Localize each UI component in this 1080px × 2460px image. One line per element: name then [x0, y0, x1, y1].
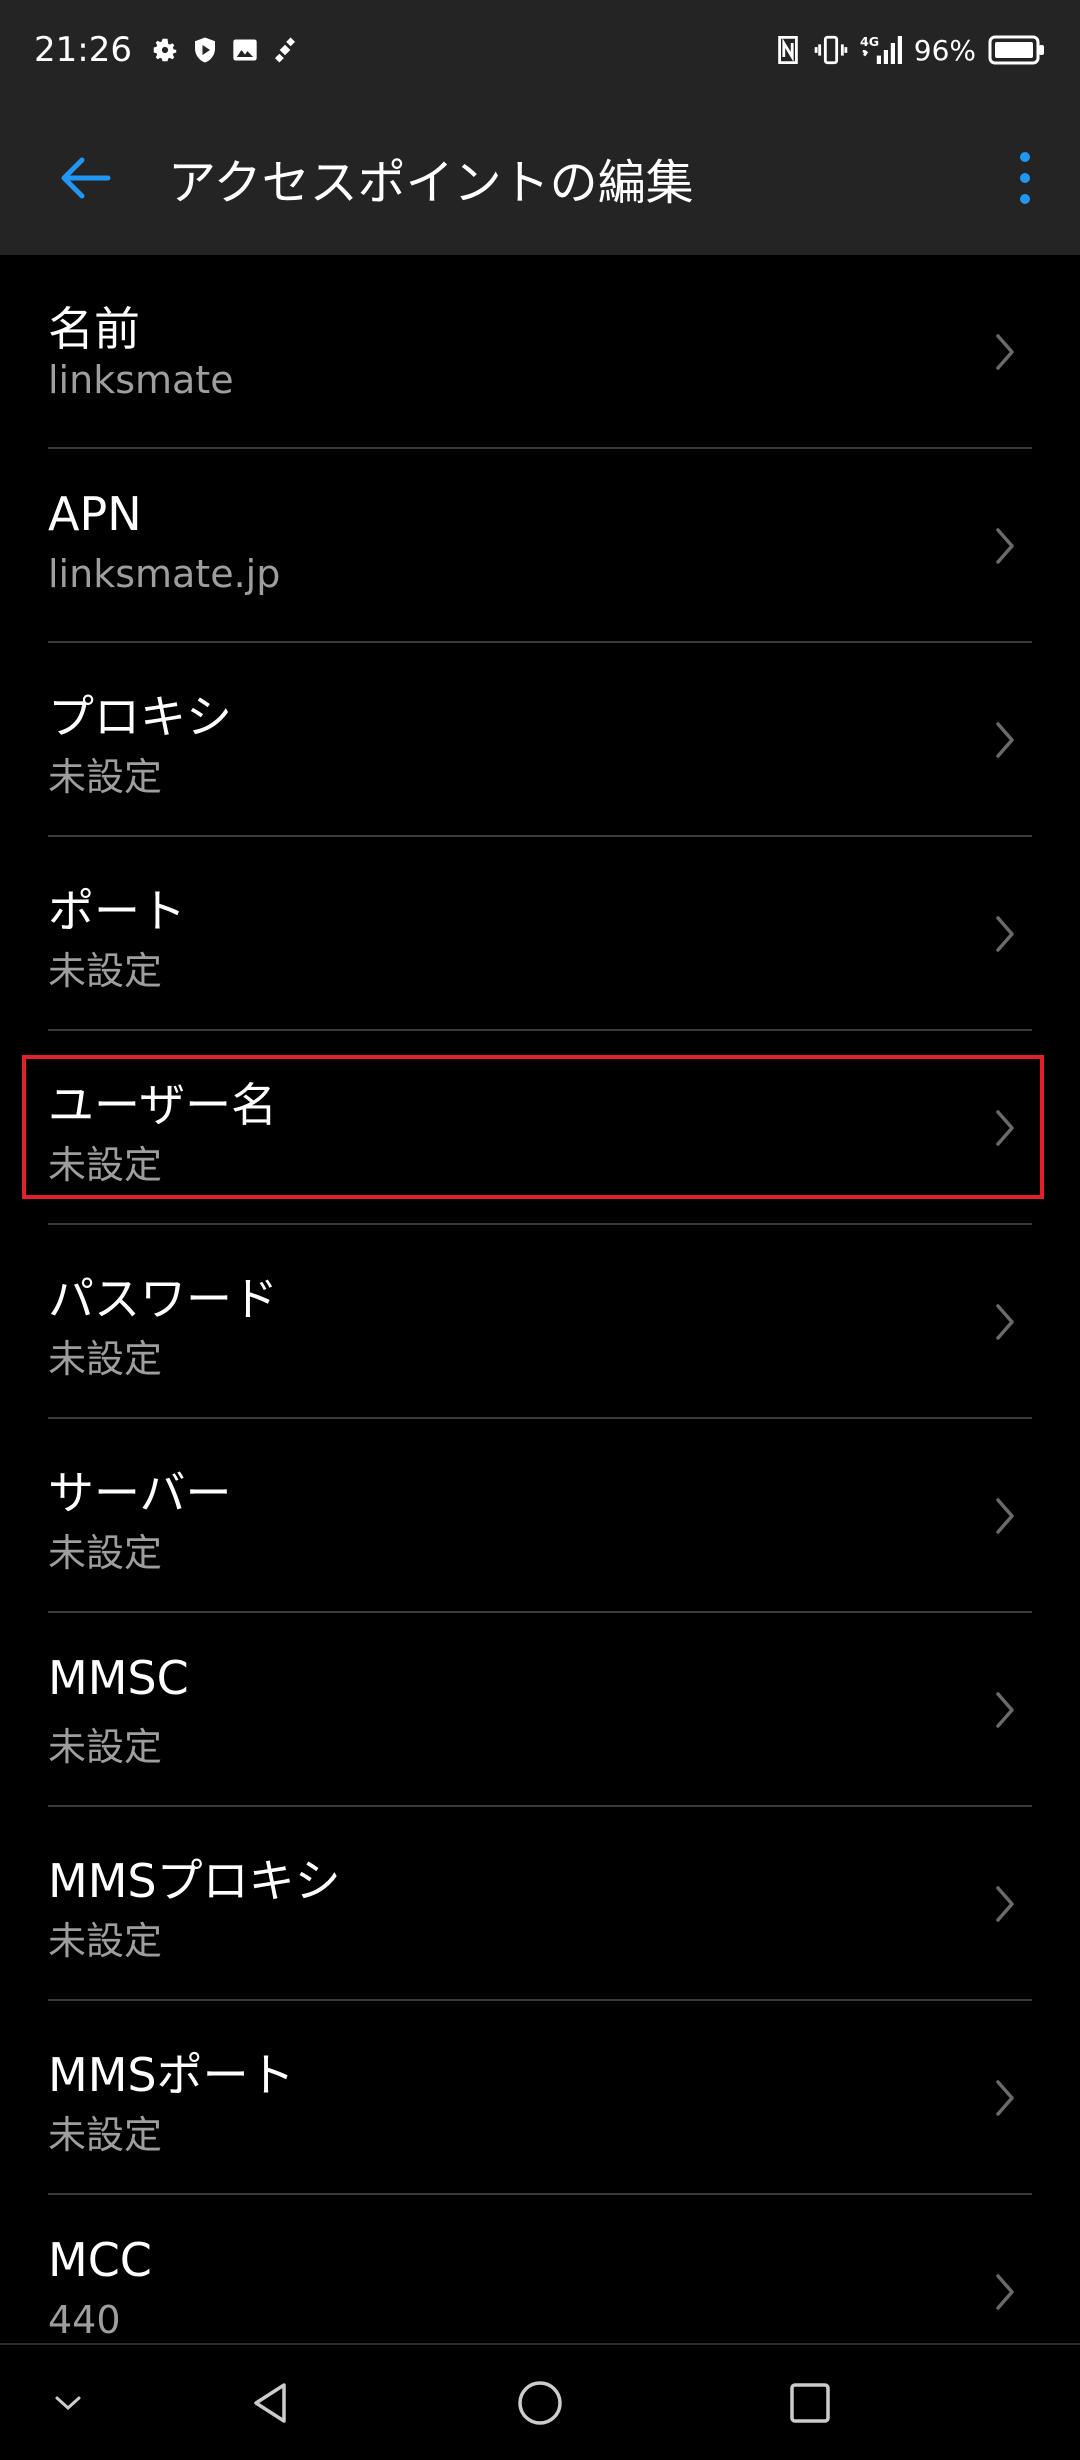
row-value: 未設定: [48, 1531, 163, 1575]
shield-play-icon: [190, 35, 220, 65]
settings-row[interactable]: パスワード 未設定: [0, 1225, 1080, 1419]
status-system-icons: 4G 96%: [774, 33, 1046, 67]
chevron-right-icon: [996, 916, 1014, 952]
nav-recents-button[interactable]: [775, 2368, 845, 2438]
row-title: MMSポート: [48, 2048, 295, 2102]
settings-row[interactable]: MCC 440: [0, 2195, 1080, 2345]
row-value: 未設定: [48, 949, 163, 993]
collapse-nav-button[interactable]: [33, 2368, 103, 2438]
row-value: 未設定: [48, 2113, 163, 2157]
row-value: 未設定: [48, 755, 163, 799]
chevron-right-icon: [996, 1304, 1014, 1340]
row-title: APN: [48, 487, 142, 541]
settings-row[interactable]: APN linksmate.jp: [0, 449, 1080, 643]
app-bar: アクセスポイントの編集: [0, 100, 1080, 255]
status-time: 21:26: [34, 30, 132, 70]
back-button[interactable]: [52, 146, 116, 210]
row-title: パスワード: [48, 1272, 278, 1326]
row-value: 440: [48, 2298, 121, 2342]
status-notification-icons: [150, 35, 300, 65]
more-vert-icon: [1020, 151, 1030, 204]
row-title: サーバー: [48, 1466, 232, 1520]
collapse-icon: [55, 2396, 81, 2410]
chevron-right-icon: [996, 528, 1014, 564]
row-title: プロキシ: [48, 690, 232, 744]
row-value: 未設定: [48, 1143, 163, 1187]
settings-row[interactable]: サーバー 未設定: [0, 1419, 1080, 1613]
row-title: ポート: [48, 884, 186, 938]
row-title: ユーザー名: [48, 1078, 278, 1132]
home-circle-icon: [518, 2380, 562, 2425]
settings-row[interactable]: ユーザー名 未設定: [0, 1031, 1080, 1225]
nfc-icon: [774, 33, 802, 67]
row-title: MMSC: [48, 1651, 189, 1705]
settings-row[interactable]: MMSC 未設定: [0, 1613, 1080, 1807]
row-title: MCC: [48, 2233, 152, 2287]
settings-row[interactable]: MMSポート未設定: [0, 2001, 1080, 2195]
more-options-button[interactable]: [1000, 143, 1050, 213]
chevron-right-icon: [996, 1886, 1014, 1922]
status-bar: 21:26 4G 96%: [0, 0, 1080, 100]
settings-row[interactable]: MMSプロキシ未設定: [0, 1807, 1080, 2001]
page-title: アクセスポイントの編集: [168, 154, 694, 211]
image-icon: [230, 35, 260, 65]
chevron-right-icon: [996, 722, 1014, 758]
network-type-text: 4G: [860, 34, 879, 49]
row-value: 未設定: [48, 1919, 163, 1963]
row-value: linksmate: [48, 358, 234, 402]
settings-row[interactable]: 名前 linksmate: [0, 255, 1080, 449]
row-value: 未設定: [48, 1337, 163, 1381]
signal-icon: 4G: [860, 33, 902, 67]
satellite-icon: [270, 35, 300, 65]
back-triangle-icon: [254, 2382, 286, 2423]
chevron-right-icon: [996, 334, 1014, 370]
row-title: 名前: [48, 302, 140, 356]
battery-icon: [988, 33, 1046, 67]
chevron-right-icon: [996, 1110, 1014, 1146]
nav-home-button[interactable]: [505, 2368, 575, 2438]
row-value: linksmate.jp: [48, 552, 281, 596]
gear-icon: [150, 35, 180, 65]
apn-settings-list: 名前 linksmate APN linksmate.jp プロキシ 未設定 ポート 未設定ユ…: [0, 255, 1080, 2345]
nav-back-button[interactable]: [235, 2368, 305, 2438]
battery-percent: 96%: [913, 33, 976, 67]
settings-row[interactable]: プロキシ 未設定: [0, 643, 1080, 837]
settings-row[interactable]: ポート 未設定: [0, 837, 1080, 1031]
chevron-right-icon: [996, 2274, 1014, 2310]
chevron-right-icon: [996, 1498, 1014, 1534]
vibrate-icon: [814, 33, 848, 67]
row-title: MMSプロキシ: [48, 1854, 341, 1908]
recents-square-icon: [790, 2382, 830, 2423]
chevron-right-icon: [996, 1692, 1014, 1728]
nav-bar: [0, 2343, 1080, 2460]
row-value: 未設定: [48, 1725, 163, 1769]
chevron-right-icon: [996, 2080, 1014, 2116]
arrow-left-icon: [61, 157, 111, 198]
